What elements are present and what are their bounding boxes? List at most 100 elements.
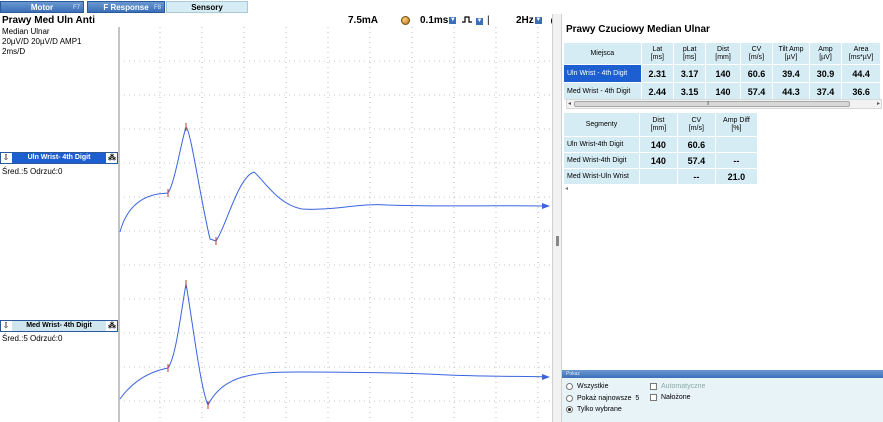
tab-f-response-shortcut: F8 [153,5,161,11]
checkbox-overlay[interactable] [650,393,657,401]
waveform-display[interactable] [118,27,552,422]
results-cell: 39.4 [772,64,810,83]
radio-show-latest[interactable] [566,394,573,402]
col-header-area-text: Area [ms*µV] [848,45,874,61]
seg-col-header-segment: Segmenty [563,112,640,137]
trace-label-2[interactable]: ⇩ Med Wrist- 4th Digit ⁂ [0,320,118,332]
col-header-lat-text: Lat [ms] [650,45,664,61]
results-cell: 30.9 [808,64,843,83]
results-cell: 2.31 [640,64,674,83]
trace-label-2-text: Med Wrist- 4th Digit [12,321,106,331]
results-row-2[interactable]: Med Wrist - 4th Digit 2.44 3.15 140 57.4… [563,82,881,101]
seg-col-header-dist-text: Dist [mm] [650,116,667,132]
scroll-left-icon[interactable]: ◂ [568,100,571,108]
option-show-all[interactable]: Wszystkie [566,382,609,391]
col-header-amp-text: Amp [µV] [818,45,833,61]
pulse-shape-select[interactable]: ▼ [461,15,483,27]
results-cell: 44.3 [772,82,810,101]
nerve-name: Median Ulnar [2,27,50,36]
scrollbar-thumb[interactable] [574,101,850,107]
trace-1-averaging: Śred.:5 Odrzuć:0 [2,167,63,176]
chevron-down-icon[interactable]: ▼ [449,16,457,24]
results-row-1-site[interactable]: Uln Wrist - 4th Digit [563,64,642,83]
tab-bar: Motor F7 F Response F8 Sensory [0,0,562,14]
sweep-duration-select[interactable]: 0.1ms ▼ [420,15,457,26]
tab-sensory-label: Sensory [191,3,223,12]
col-header-tilt-amp-text: Tilt Amp [µV] [778,45,804,61]
col-header-plat-text: pLat [ms] [682,45,697,61]
option-automatic-label: Automatyczne [661,383,706,390]
segments-row-3-name[interactable]: Med Wrist-Uln Wrist [563,168,640,185]
checkbox-automatic[interactable] [650,382,657,390]
results-cell: 140 [705,82,741,101]
option-overlay[interactable]: Nałożone [650,393,691,402]
tab-f-response[interactable]: F Response F8 [87,1,165,13]
segments-scroll-left-icon[interactable]: ◂ [565,185,568,192]
option-show-latest-label: Pokaż najnowsze [577,395,632,402]
option-automatic[interactable]: Automatyczne [650,382,705,391]
arrow-down-icon[interactable]: ⇩ [1,321,11,331]
acquisition-settings: Median Ulnar 20µV/D 20µV/D AMP1 2ms/D [2,27,81,57]
radio-show-all[interactable] [566,382,573,390]
results-cell: 44.4 [841,64,881,83]
segments-row-3[interactable]: Med Wrist-Uln Wrist -- 21.0 [563,168,759,185]
marker-toggle-icon[interactable]: ⁂ [107,321,117,331]
trace-2-end-arrow-icon[interactable] [542,374,550,380]
col-header-area: Area [ms*µV] [841,42,881,65]
trace-label-1-text: Uln Wrist- 4th Digit [12,153,106,163]
trace-1-markers[interactable] [167,123,217,245]
col-header-dist-text: Dist [mm] [715,45,731,61]
arrow-down-icon[interactable]: ⇩ [1,153,11,163]
seg-col-header-amp-diff: Amp Diff [%] [714,112,759,137]
splitter-grip[interactable] [556,236,559,246]
stimulator-bulb-icon[interactable] [401,16,410,25]
tab-sensory[interactable]: Sensory [166,1,248,13]
option-overlay-label: Nałożone [661,394,691,401]
segments-table: Segmenty Dist [mm] CV [m/s] Amp Diff [%] Ul… [563,112,759,185]
results-cell: 3.17 [672,64,707,83]
trace-1-end-arrow-icon[interactable] [542,203,550,209]
trace-1-waveform[interactable] [119,126,547,242]
chevron-down-icon[interactable]: ▼ [476,17,483,25]
col-header-dist: Dist [mm] [705,42,741,65]
segments-cell: 140 [638,136,678,153]
chevron-down-icon[interactable]: ▼ [534,16,542,24]
segments-row-1-name[interactable]: Uln Wrist-4th Digit [563,136,640,153]
app-window: Motor F7 F Response F8 Sensory Prawy Med… [0,0,883,422]
trace-label-1[interactable]: ⇩ Uln Wrist- 4th Digit ⁂ [0,152,118,164]
segments-cell: -- [714,152,759,169]
trace-2-waveform[interactable] [119,283,547,407]
results-title: Prawy Czuciowy Median Ulnar [566,24,710,35]
display-options-header-text: Pokaz [566,371,580,377]
results-cell: 60.6 [739,64,774,83]
stimulus-intensity[interactable]: 7.5mA [348,15,378,26]
scroll-right-icon[interactable]: ▸ [877,100,880,108]
results-row-1[interactable]: Uln Wrist - 4th Digit 2.31 3.17 140 60.6… [563,64,881,83]
tab-motor[interactable]: Motor F7 [0,1,84,13]
pulse-icon [462,16,472,23]
results-cell: 3.15 [672,82,707,101]
results-horizontal-scrollbar[interactable]: ◂ ⦀ ▸ [566,99,882,109]
results-cell: 2.44 [640,82,674,101]
option-show-all-label: Wszystkie [577,383,609,390]
stim-rate-select[interactable]: 2Hz ▼ [516,15,542,26]
segments-row-2-name[interactable]: Med Wrist-4th Digit [563,152,640,169]
option-selected-only[interactable]: Tylko wybrane [566,405,622,414]
segments-row-2[interactable]: Med Wrist-4th Digit 140 57.4 -- [563,152,759,169]
marker-toggle-icon[interactable]: ⁂ [107,153,117,163]
segments-row-1[interactable]: Uln Wrist-4th Digit 140 60.6 [563,136,759,153]
radio-selected-only[interactable] [566,405,573,413]
segments-cell: 21.0 [714,168,759,185]
results-cell: 140 [705,64,741,83]
display-options-header: Pokaz [562,370,883,378]
seg-col-header-amp-diff-text: Amp Diff [%] [723,116,750,132]
segments-cell [638,168,678,185]
segments-cell: 60.6 [676,136,716,153]
option-show-latest[interactable]: Pokaż najnowsze 5 [566,394,639,403]
seg-col-header-cv: CV [m/s] [676,112,716,137]
results-row-2-site[interactable]: Med Wrist - 4th Digit [563,82,642,101]
pane-splitter[interactable] [552,14,562,422]
segments-cell: -- [676,168,716,185]
option-show-latest-count[interactable]: 5 [635,395,639,402]
results-cell: 57.4 [739,82,774,101]
